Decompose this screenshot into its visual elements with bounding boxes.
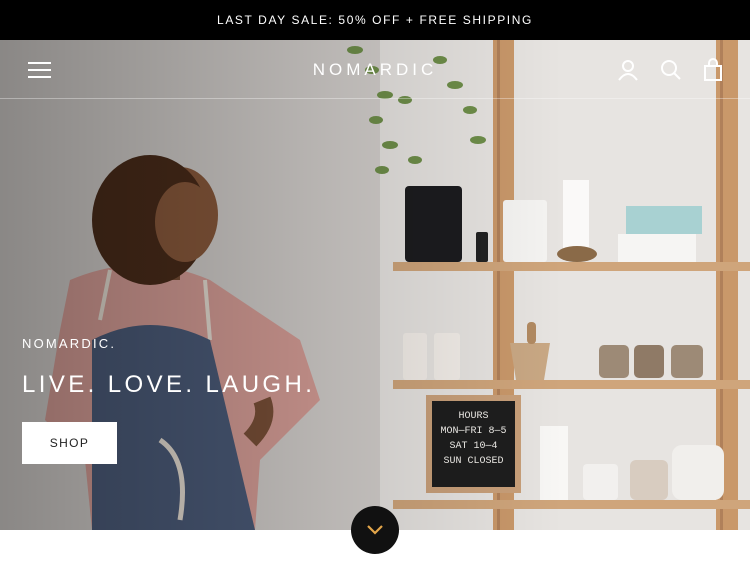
- announcement-bar: LAST DAY SALE: 50% OFF + FREE SHIPPING: [0, 0, 750, 40]
- account-icon[interactable]: [616, 58, 640, 82]
- chalkboard-line: MON—FRI 8—5: [440, 426, 507, 437]
- chevron-down-icon: [367, 525, 383, 535]
- chalkboard-title: HOURS: [458, 411, 489, 422]
- hero-section: HOURS MON—FRI 8—5 SAT 10—4 SUN CLOSED NO…: [0, 40, 750, 530]
- chalkboard-sign: HOURS MON—FRI 8—5 SAT 10—4 SUN CLOSED: [432, 409, 515, 469]
- cart-icon[interactable]: [701, 58, 725, 82]
- search-icon[interactable]: [659, 58, 683, 82]
- chalkboard-line: SAT 10—4: [449, 441, 498, 452]
- shop-button[interactable]: SHOP: [22, 422, 117, 464]
- header-divider: [0, 98, 750, 99]
- hero-headline: LIVE. LOVE. LAUGH.: [22, 371, 316, 398]
- chalkboard-line: SUN CLOSED: [443, 456, 504, 467]
- hero-brand: NOMARDIC.: [22, 336, 117, 351]
- scroll-down-button[interactable]: [351, 506, 399, 554]
- announcement-text: LAST DAY SALE: 50% OFF + FREE SHIPPING: [217, 13, 533, 27]
- hero-content: NOMARDIC. LIVE. LOVE. LAUGH. SHOP: [22, 336, 315, 464]
